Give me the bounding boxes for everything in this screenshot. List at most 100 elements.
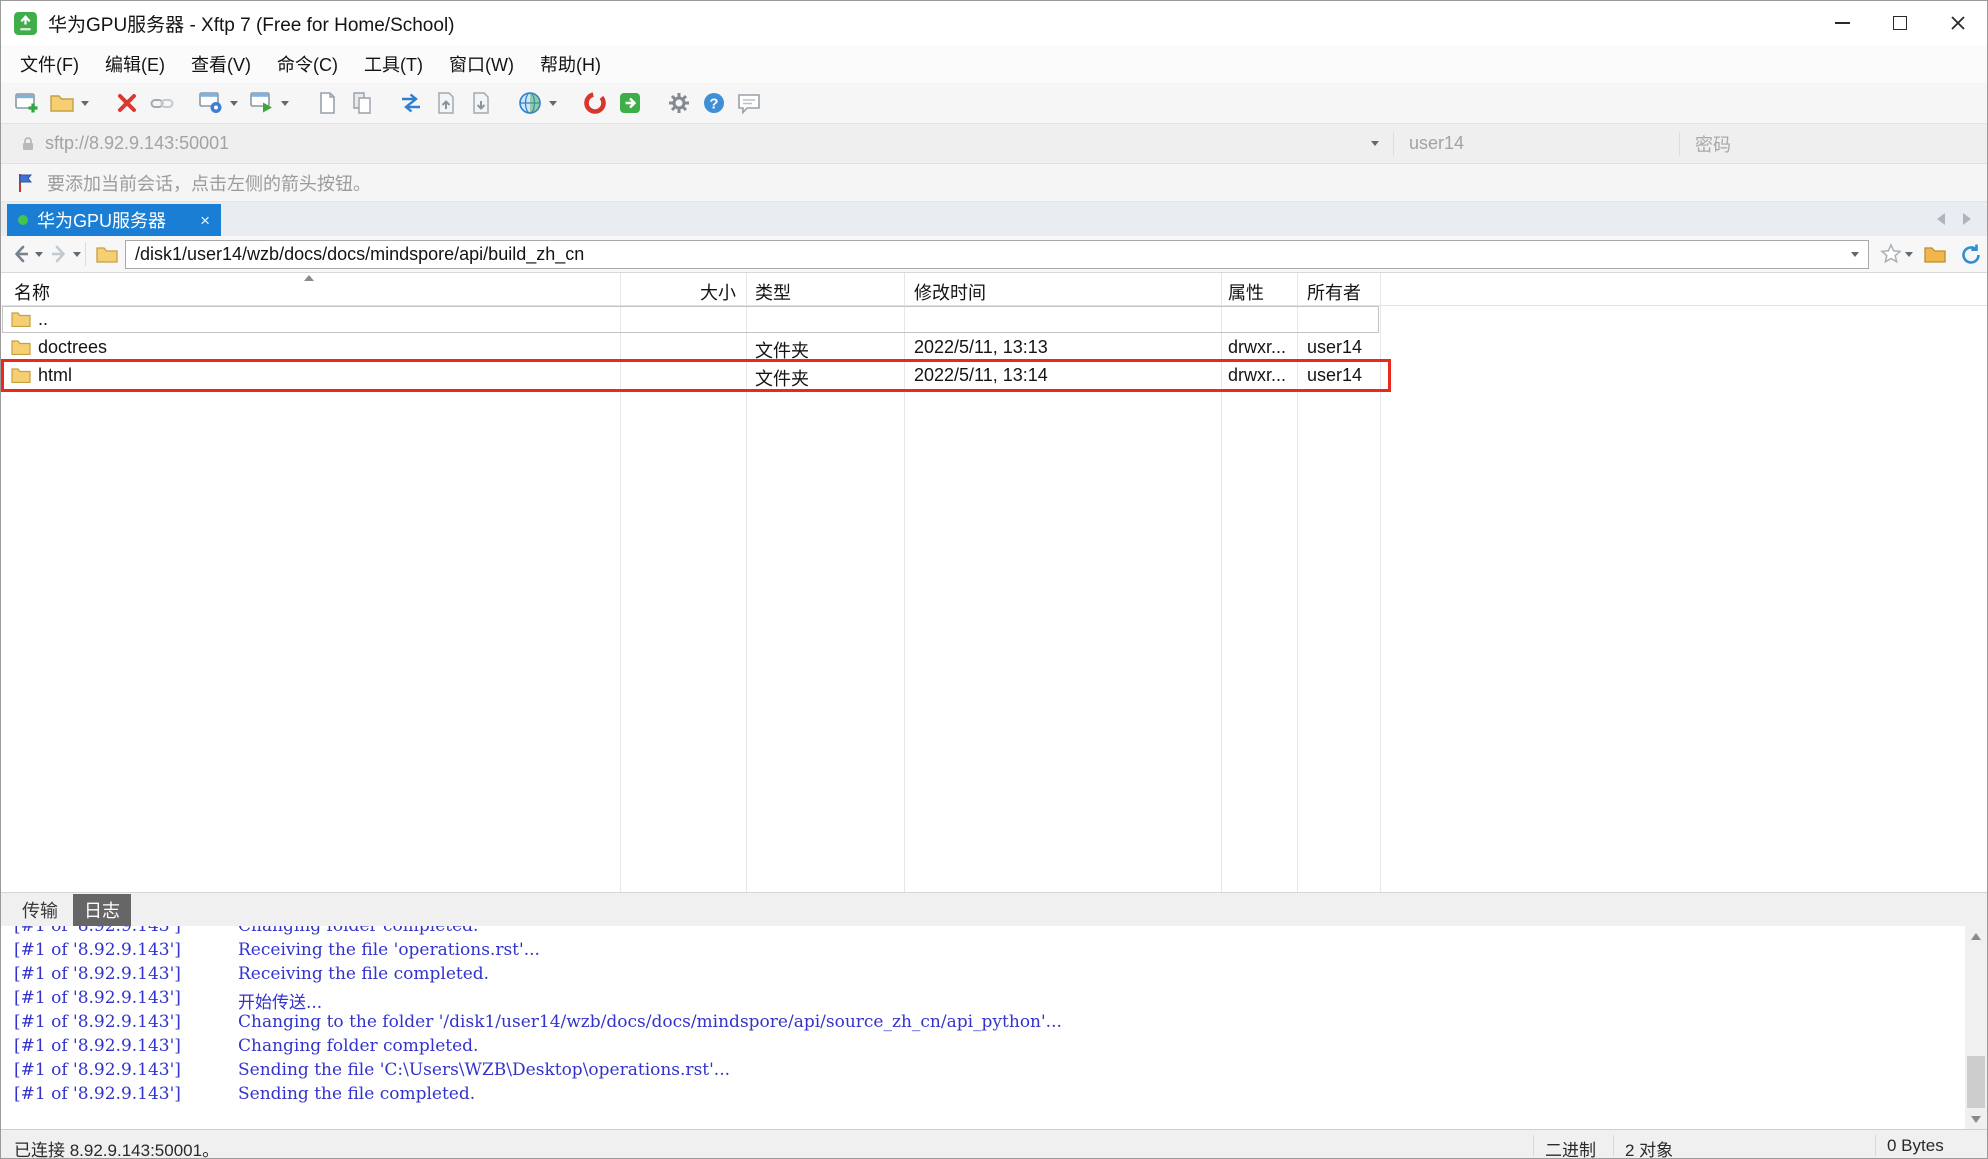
session-tab-huawei-gpu[interactable]: 华为GPU服务器 × bbox=[7, 204, 221, 236]
file-type: 文件夹 bbox=[755, 337, 809, 363]
menu-edit[interactable]: 编辑(E) bbox=[92, 51, 178, 77]
tab-transfer[interactable]: 传输 bbox=[13, 894, 67, 926]
settings-gear-icon[interactable] bbox=[663, 87, 695, 119]
file-name: doctrees bbox=[38, 337, 107, 358]
column-header-row: 名称 大小 类型 修改时间 属性 所有者 bbox=[1, 273, 1987, 306]
menu-command[interactable]: 命令(C) bbox=[264, 51, 351, 77]
back-dropdown-icon[interactable] bbox=[35, 252, 43, 257]
scrollbar-thumb[interactable] bbox=[1967, 1056, 1985, 1108]
log-line: [#1 of '8.92.9.143'] 开始传送... bbox=[1, 988, 1965, 1012]
password-placeholder: 密码 bbox=[1695, 131, 1731, 157]
execute-dropdown-icon[interactable] bbox=[281, 101, 289, 106]
tab-scroll-right-icon[interactable] bbox=[1963, 213, 1971, 225]
new-file-transfer-icon[interactable] bbox=[614, 87, 646, 119]
maximize-button[interactable] bbox=[1871, 1, 1929, 45]
file-name: html bbox=[38, 365, 72, 386]
column-header-attr[interactable]: 属性 bbox=[1228, 279, 1264, 305]
toolbar: ? bbox=[1, 83, 1987, 124]
menu-window[interactable]: 窗口(W) bbox=[436, 51, 527, 77]
forward-button[interactable] bbox=[47, 242, 71, 266]
address-field[interactable]: sftp://8.92.9.143:50001 bbox=[9, 129, 1389, 158]
folder-icon bbox=[11, 367, 31, 383]
table-row-doctrees[interactable]: doctrees 文件夹 2022/5/11, 13:13 drwxr... u… bbox=[1, 334, 1987, 362]
log-line: [#1 of '8.92.9.143'] Sending the file co… bbox=[1, 1084, 1965, 1108]
svg-text:?: ? bbox=[709, 96, 718, 113]
web-browser-icon[interactable] bbox=[514, 87, 546, 119]
file-owner: user14 bbox=[1307, 337, 1362, 358]
scroll-down-icon[interactable] bbox=[1965, 1109, 1987, 1129]
tab-log[interactable]: 日志 bbox=[73, 894, 131, 926]
transfer-queue-icon[interactable] bbox=[395, 87, 427, 119]
disconnect-icon[interactable] bbox=[111, 87, 143, 119]
session-properties-dropdown-icon[interactable] bbox=[230, 101, 238, 106]
info-bar: 要添加当前会话，点击左侧的箭头按钮。 bbox=[1, 164, 1987, 202]
close-button[interactable] bbox=[1929, 1, 1987, 45]
path-input[interactable]: /disk1/user14/wzb/docs/docs/mindspore/ap… bbox=[125, 240, 1869, 269]
download-icon[interactable] bbox=[465, 87, 497, 119]
table-row-parent-dir[interactable]: .. bbox=[1, 306, 1987, 334]
menu-tools[interactable]: 工具(T) bbox=[351, 51, 436, 77]
path-value: /disk1/user14/wzb/docs/docs/mindspore/ap… bbox=[135, 244, 584, 265]
file-rows: .. doctrees 文件夹 2022/5/11, 13:13 drwxr..… bbox=[1, 306, 1987, 390]
session-tab-bar: 华为GPU服务器 × bbox=[1, 202, 1987, 236]
folder-icon bbox=[11, 339, 31, 355]
username-value: user14 bbox=[1409, 133, 1464, 154]
bottom-panel-tabs: 传输 日志 bbox=[1, 892, 1987, 926]
info-bar-text: 要添加当前会话，点击左侧的箭头按钮。 bbox=[47, 170, 371, 196]
menu-file[interactable]: 文件(F) bbox=[7, 51, 92, 77]
minimize-button[interactable] bbox=[1813, 1, 1871, 45]
column-header-type[interactable]: 类型 bbox=[755, 279, 791, 305]
reconnect-icon[interactable] bbox=[146, 87, 178, 119]
column-header-modified[interactable]: 修改时间 bbox=[914, 279, 986, 305]
feedback-icon[interactable] bbox=[733, 87, 765, 119]
flag-icon bbox=[15, 172, 37, 194]
address-dropdown-icon[interactable] bbox=[1371, 141, 1379, 146]
execute-icon[interactable] bbox=[246, 87, 278, 119]
file-list: 名称 大小 类型 修改时间 属性 所有者 .. doctrees bbox=[1, 273, 1987, 892]
menu-bar: 文件(F) 编辑(E) 查看(V) 命令(C) 工具(T) 窗口(W) 帮助(H… bbox=[1, 45, 1987, 83]
current-folder-icon bbox=[95, 242, 119, 266]
session-tab-close-icon[interactable]: × bbox=[200, 212, 210, 229]
refresh-icon[interactable] bbox=[1959, 242, 1983, 266]
file-type: 文件夹 bbox=[755, 365, 809, 391]
paste-icon[interactable] bbox=[346, 87, 378, 119]
session-properties-icon[interactable] bbox=[195, 87, 227, 119]
home-folder-icon[interactable] bbox=[1923, 242, 1947, 266]
column-header-size[interactable]: 大小 bbox=[620, 279, 736, 305]
open-session-dropdown-icon[interactable] bbox=[81, 101, 89, 106]
tab-scroll-left-icon[interactable] bbox=[1937, 213, 1945, 225]
connection-status: 已连接 8.92.9.143:50001。 bbox=[14, 1136, 219, 1159]
column-header-owner[interactable]: 所有者 bbox=[1307, 279, 1361, 305]
password-field[interactable]: 密码 bbox=[1685, 129, 1979, 158]
xshell-icon[interactable] bbox=[579, 87, 611, 119]
log-line: [#1 of '8.92.9.143'] Changing folder com… bbox=[1, 1036, 1965, 1060]
log-panel: [#1 of '8.92.9.143'] Changing folder com… bbox=[1, 926, 1965, 1129]
window-title: 华为GPU服务器 - Xftp 7 (Free for Home/School) bbox=[48, 10, 455, 37]
table-row-html[interactable]: html 文件夹 2022/5/11, 13:14 drwxr... user1… bbox=[1, 362, 1987, 390]
xftp-window: 华为GPU服务器 - Xftp 7 (Free for Home/School)… bbox=[0, 0, 1988, 1159]
path-dropdown-icon[interactable] bbox=[1851, 252, 1859, 257]
log-line: [#1 of '8.92.9.143'] Sending the file 'C… bbox=[1, 1060, 1965, 1084]
focus-rect bbox=[2, 306, 1379, 333]
new-session-icon[interactable] bbox=[11, 87, 43, 119]
help-icon[interactable]: ? bbox=[698, 87, 730, 119]
menu-view[interactable]: 查看(V) bbox=[178, 51, 264, 77]
upload-icon[interactable] bbox=[430, 87, 462, 119]
column-header-name[interactable]: 名称 bbox=[14, 279, 50, 305]
scroll-up-icon[interactable] bbox=[1965, 926, 1987, 946]
back-button[interactable] bbox=[9, 242, 33, 266]
web-browser-dropdown-icon[interactable] bbox=[549, 101, 557, 106]
log-line: [#1 of '8.92.9.143'] Receiving the file … bbox=[1, 964, 1965, 988]
favorites-star-icon[interactable] bbox=[1879, 242, 1903, 266]
sort-ascending-icon bbox=[304, 275, 314, 281]
log-scrollbar[interactable] bbox=[1965, 926, 1987, 1129]
open-session-icon[interactable] bbox=[46, 87, 78, 119]
log-line: [#1 of '8.92.9.143'] Changing to the fol… bbox=[1, 1012, 1965, 1036]
favorites-dropdown-icon[interactable] bbox=[1905, 252, 1913, 257]
selected-size: 0 Bytes bbox=[1887, 1136, 1944, 1156]
forward-dropdown-icon[interactable] bbox=[73, 252, 81, 257]
file-attr: drwxr... bbox=[1228, 337, 1286, 358]
menu-help[interactable]: 帮助(H) bbox=[527, 51, 614, 77]
copy-icon[interactable] bbox=[311, 87, 343, 119]
username-field[interactable]: user14 bbox=[1399, 129, 1671, 158]
